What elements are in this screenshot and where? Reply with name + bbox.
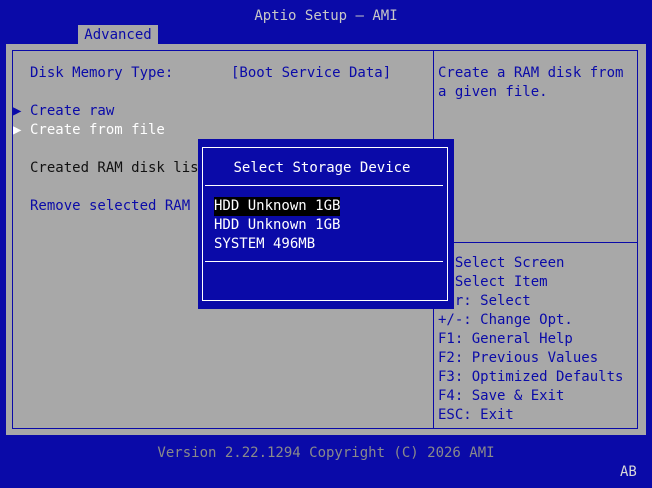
key-hint: ESC: Exit — [438, 407, 514, 423]
key-hint: F4: Save & Exit — [438, 388, 565, 404]
arrow-right-icon: ▶ — [13, 122, 22, 138]
dialog-option[interactable]: HDD Unknown 1GB — [214, 216, 340, 235]
dialog-option-selected[interactable]: HDD Unknown 1GB — [214, 197, 341, 216]
key-hint: : Select Screen — [438, 255, 565, 271]
key-hint: +/-: Change Opt. — [438, 312, 573, 328]
key-hint: F3: Optimized Defaults — [438, 369, 624, 385]
tab-advanced[interactable]: Advanced — [78, 25, 158, 44]
dialog-divider — [205, 261, 443, 262]
window-title: Aptio Setup – AMI — [254, 8, 398, 24]
dialog-divider — [205, 185, 443, 186]
create-from-file-item[interactable]: Create from file — [30, 121, 165, 140]
key-hint: F2: Previous Values — [438, 350, 599, 366]
dialog-option[interactable]: SYSTEM 496MB — [214, 235, 315, 254]
key-hint: F1: General Help — [438, 331, 573, 347]
key-hint: : Select Item — [438, 274, 548, 290]
help-text-line: Create a RAM disk from — [438, 65, 624, 81]
create-raw-item[interactable]: Create raw — [30, 102, 114, 121]
disk-memory-type-label: Disk Memory Type: — [30, 65, 174, 81]
remove-selected-ram-disk-item[interactable]: Remove selected RAM d — [30, 197, 207, 216]
status-indicator: AB — [620, 464, 637, 480]
help-text-line: a given file. — [438, 84, 548, 100]
version-footer: Version 2.22.1294 Copyright (C) 2026 AMI — [157, 445, 495, 461]
created-ram-disk-list-label: Created RAM disk list — [30, 160, 208, 176]
arrow-right-icon: ▶ — [13, 103, 22, 119]
disk-memory-type-value[interactable]: [Boot Service Data] — [231, 64, 391, 83]
help-divider — [434, 242, 637, 243]
dialog-title: Select Storage Device — [233, 160, 411, 176]
select-storage-device-dialog: Select Storage Device HDD Unknown 1GB HD… — [198, 139, 454, 309]
